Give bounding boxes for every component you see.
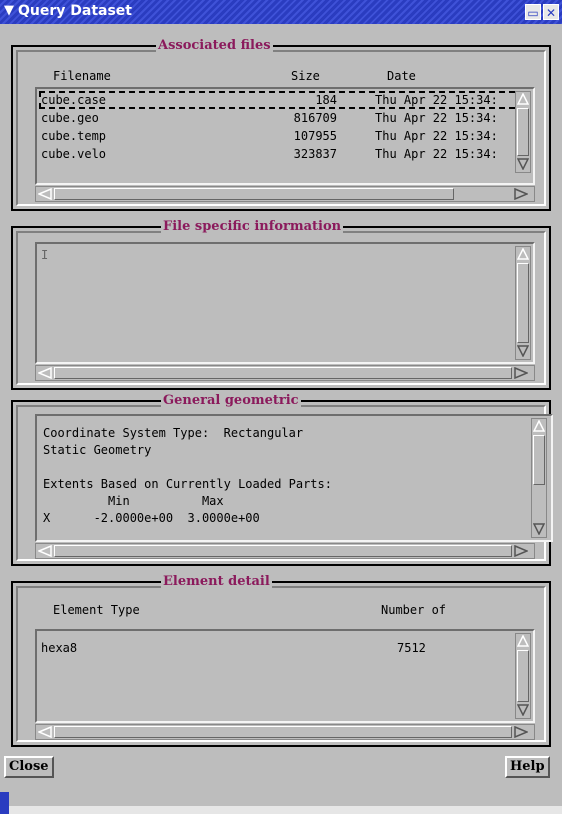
scroll-thumb[interactable] [54,367,512,379]
file-size-cell[interactable]: 816709 [277,111,337,125]
file-specific-info-legend: File specific information [161,219,344,235]
file-date-cell[interactable]: Thu Apr 22 15:34: [375,111,498,125]
geometry-line: Min Max [43,494,224,508]
scroll-down-icon[interactable] [517,345,529,357]
associated-files-legend: Associated files [156,38,273,54]
scroll-up-icon[interactable] [517,635,529,647]
element-count-cell[interactable]: 7512 [397,641,426,655]
file-info-text-area[interactable]: I [35,242,535,364]
scroll-thumb[interactable] [54,726,512,738]
text-cursor-icon: I [41,248,49,262]
file-info-vertical-scrollbar[interactable] [515,246,531,360]
general-geometric-group: General geometric Coordinate System Type… [11,393,553,566]
geometry-line: Coordinate System Type: Rectangular [43,426,304,440]
window-bottom-edge [9,806,562,814]
scroll-up-icon[interactable] [517,93,529,105]
file-name-cell[interactable]: cube.temp [41,129,106,143]
element-vertical-scrollbar[interactable] [515,633,531,719]
scroll-left-icon[interactable] [38,367,52,379]
general-geometric-legend: General geometric [161,393,301,409]
scroll-down-icon[interactable] [517,158,529,170]
scroll-thumb[interactable] [517,263,529,343]
file-list[interactable]: cube.case 184 Thu Apr 22 15:34: cube.geo… [35,87,535,185]
close-button[interactable]: Close [4,756,54,778]
window-menu-icon[interactable]: ▼ [2,4,16,18]
scroll-right-icon[interactable] [514,188,528,200]
help-button[interactable]: Help [505,756,550,778]
scroll-thumb[interactable] [533,435,545,485]
date-header: Date [387,69,416,83]
geometry-line: X -2.0000e+00 3.0000e+00 [43,511,260,525]
number-of-header: Number of [381,603,447,617]
scroll-down-icon[interactable] [533,523,545,535]
element-detail-group: Element detail Element Type Number of he… [11,574,551,747]
file-size-cell[interactable]: 323837 [277,147,337,161]
scroll-thumb[interactable] [54,545,512,557]
window-frame-corner [0,792,9,814]
file-date-cell[interactable]: Thu Apr 22 15:34: [375,93,498,107]
query-dataset-window: ▼ Query Dataset ▭ ✕ Associated files Fil… [0,0,562,814]
scroll-right-icon[interactable] [514,726,528,738]
scroll-thumb[interactable] [517,108,529,156]
window-title: Query Dataset [18,3,132,19]
file-list-horizontal-scrollbar[interactable] [35,186,535,202]
file-name-cell[interactable]: cube.case [41,93,106,107]
title-bar[interactable]: ▼ Query Dataset ▭ ✕ [0,0,562,24]
file-name-cell[interactable]: cube.velo [41,147,106,161]
scroll-left-icon[interactable] [38,545,52,557]
element-type-header: Element Type [53,603,140,617]
scroll-right-icon[interactable] [514,545,528,557]
file-date-cell[interactable]: Thu Apr 22 15:34: [375,147,498,161]
element-type-cell[interactable]: hexa8 [41,641,77,655]
scroll-right-icon[interactable] [514,367,528,379]
scroll-down-icon[interactable] [517,704,529,716]
scroll-thumb[interactable] [54,188,454,200]
file-info-horizontal-scrollbar[interactable] [35,365,535,381]
geometry-line: Static Geometry [43,443,152,457]
file-date-cell[interactable]: Thu Apr 22 15:34: [375,129,498,143]
geometry-line: Extents Based on Currently Loaded Parts: [43,477,332,491]
file-name-cell[interactable]: cube.geo [41,111,99,125]
file-size-cell[interactable]: 107955 [277,129,337,143]
file-size-cell[interactable]: 184 [277,93,337,107]
file-specific-info-group: File specific information I [11,219,551,390]
scroll-left-icon[interactable] [38,726,52,738]
scroll-up-icon[interactable] [517,248,529,260]
element-list[interactable]: hexa8 7512 [35,629,535,723]
geometry-horizontal-scrollbar[interactable] [35,543,535,559]
close-icon[interactable]: ✕ [543,4,559,20]
geometry-text-area[interactable]: Coordinate System Type: Rectangular Stat… [35,414,553,542]
element-horizontal-scrollbar[interactable] [35,724,535,740]
scroll-left-icon[interactable] [38,188,52,200]
size-header: Size [291,69,320,83]
scroll-thumb[interactable] [517,650,529,702]
scroll-up-icon[interactable] [533,420,545,432]
associated-files-group: Associated files Filename Size Date cube… [11,38,551,211]
minimize-icon[interactable]: ▭ [525,4,541,20]
element-detail-legend: Element detail [161,574,272,590]
filename-header: Filename [53,69,111,83]
file-list-vertical-scrollbar[interactable] [515,91,531,173]
geometry-vertical-scrollbar[interactable] [531,418,547,538]
